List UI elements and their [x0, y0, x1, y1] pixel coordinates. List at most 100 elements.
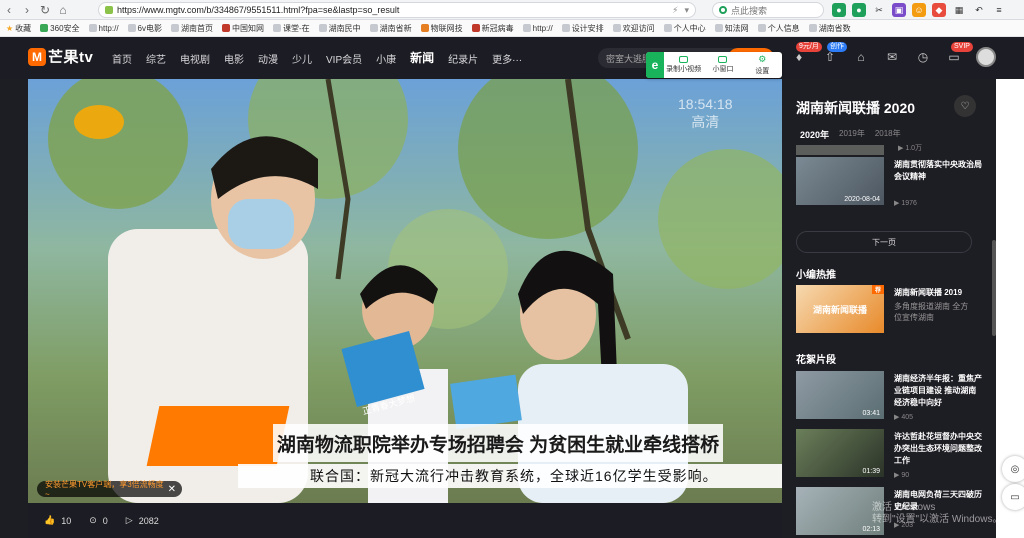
menu-icon[interactable]: ≡	[992, 3, 1006, 17]
vip-diamond-icon[interactable]: ♦ 9元/月	[790, 42, 822, 66]
gear-icon: ⚙	[758, 54, 767, 64]
extension-icon[interactable]: ●	[832, 3, 846, 17]
video-timestamp: 18:54:18 高清	[678, 96, 733, 130]
comment-icon: ⊙	[89, 515, 97, 525]
nav-more[interactable]: 更多···	[492, 51, 522, 66]
browser-search-input[interactable]: 点此搜索	[712, 2, 824, 18]
search-engine-icon	[719, 6, 727, 14]
bookmark-item[interactable]: http://	[522, 24, 553, 33]
client-promo-banner[interactable]: 安装芒果TV客户端，享3倍流畅度 ~ ✕	[37, 480, 182, 499]
message-icon[interactable]: ✉	[883, 48, 901, 66]
share-icon: ▷	[125, 515, 133, 525]
bookmark-item[interactable]: 知法网	[714, 23, 749, 34]
window-icon	[718, 56, 728, 63]
clip-thumbnail[interactable]: 01:39	[796, 429, 884, 477]
news-ticker: 联合国：新冠大流行冲击教育系统，全球近16亿学生受影响。	[238, 464, 782, 488]
nav-vip[interactable]: VIP会员	[326, 51, 362, 66]
screen-icon[interactable]: ▭ SVIP	[945, 42, 973, 66]
browser-toolbar: ‹ › ↻ ⌂ https://www.mgtv.com/b/334867/95…	[0, 0, 1024, 20]
extension-icons: ● ● ✂ ▣ ☺ ◆ ▦ ↶ ≡	[832, 3, 1006, 17]
like-button[interactable]: 👍 10	[44, 515, 71, 526]
bookmark-item[interactable]: 课堂-在	[273, 23, 310, 34]
year-tabs: 2020年 2019年 2018年	[800, 128, 901, 141]
reload-icon[interactable]: ↻	[36, 1, 54, 19]
series-title: 湖南新闻联播 2020	[796, 100, 916, 116]
episode-thumbnail[interactable]: 2020-08-04	[796, 157, 884, 205]
view-count: ▶ 1.0万	[898, 145, 923, 152]
home-icon[interactable]: ⌂	[852, 48, 870, 66]
extension-icon[interactable]: ▣	[892, 3, 906, 17]
favorite-heart-icon[interactable]: ♡	[954, 95, 976, 117]
home-icon[interactable]: ⌂	[54, 1, 72, 19]
main-nav: 首页 综艺 电视剧 电影 动漫 少儿 VIP会员 小康 新闻 纪录片 更多···	[112, 51, 522, 66]
next-page-button[interactable]: 下一页	[796, 231, 972, 253]
bookmark-item[interactable]: 欢迎访问	[612, 23, 655, 34]
lightning-icon[interactable]: ⚡	[672, 5, 678, 16]
avatar[interactable]	[976, 47, 996, 67]
extension-icon[interactable]: ☺	[912, 3, 926, 17]
close-icon[interactable]: ✕	[168, 484, 176, 495]
video-player[interactable]: 正青春大梦想 18:54:18 高清 湖南物流职院举办专场招聘会 为贫困生就业牵…	[28, 79, 782, 503]
grid-icon[interactable]: ▦	[952, 3, 966, 17]
back-icon[interactable]: ‹	[0, 1, 18, 19]
nav-movies[interactable]: 电影	[224, 51, 244, 66]
record-clip-button[interactable]: 录制小视频	[664, 56, 703, 74]
nav-tv-series[interactable]: 电视剧	[180, 51, 210, 66]
settings-button[interactable]: ⚙ 设置	[743, 54, 782, 76]
nav-documentary[interactable]: 纪录片	[448, 51, 478, 66]
history-icon[interactable]: ◷	[914, 48, 932, 66]
view-count: ▶ 405	[894, 414, 914, 421]
bookmark-item[interactable]: 360安全	[40, 23, 80, 34]
extension-icon[interactable]: ●	[852, 3, 866, 17]
bookmark-item[interactable]: http://	[88, 24, 119, 33]
site-header: M 芒果tv 首页 综艺 电视剧 电影 动漫 少儿 VIP会员 小康 新闻 纪录…	[0, 37, 1024, 79]
side-tool-icon[interactable]: ◎	[1002, 456, 1024, 482]
episode-thumbnail[interactable]	[796, 145, 884, 155]
nav-variety[interactable]: 综艺	[146, 51, 166, 66]
nav-home[interactable]: 首页	[112, 51, 132, 66]
feedback-icon[interactable]: ▭	[1002, 484, 1024, 510]
bookmark-item[interactable]: 湖南省数	[808, 23, 851, 34]
bookmark-item[interactable]: ★ 收藏	[6, 23, 31, 34]
comment-button[interactable]: ⊙ 0	[89, 515, 108, 526]
mini-window-button[interactable]: 小窗口	[703, 56, 742, 74]
bookmark-item[interactable]: 中国知网	[222, 23, 264, 34]
bookmark-item[interactable]: 新冠病毒	[471, 23, 514, 34]
address-bar[interactable]: https://www.mgtv.com/b/334867/9551511.ht…	[98, 2, 696, 18]
hunan-tv-logo	[74, 105, 124, 139]
news-headline-caption: 湖南物流职院举办专场招聘会 为贫困生就业牵线搭桥	[273, 424, 723, 462]
undo-icon[interactable]: ↶	[972, 3, 986, 17]
section-clips-title: 花絮片段	[796, 355, 836, 366]
video-camera-icon	[679, 56, 689, 63]
tab-2020[interactable]: 2020年	[800, 128, 829, 141]
clip-thumbnail[interactable]: 03:41	[796, 371, 884, 419]
mgtv-logo[interactable]: M 芒果tv	[28, 46, 93, 67]
bookmark-item[interactable]: 设计安排	[561, 23, 604, 34]
tab-2019[interactable]: 2019年	[839, 128, 865, 141]
game-icon[interactable]: ◆	[932, 3, 946, 17]
hot-thumbnail[interactable]: 湖南新闻联播荐	[796, 285, 884, 333]
clip-thumbnail[interactable]: 02:13	[796, 487, 884, 535]
video-action-bar: 👍 10 ⊙ 0 ▷ 2082	[28, 503, 782, 538]
bookmark-item[interactable]: 个人信息	[757, 23, 800, 34]
bookmark-item[interactable]: 湖南省新	[369, 23, 412, 34]
upload-icon[interactable]: ⇧ 创作	[821, 42, 847, 66]
nav-xiaokang[interactable]: 小康	[376, 51, 396, 66]
nav-kids[interactable]: 少儿	[292, 51, 312, 66]
share-button[interactable]: ▷ 2082	[126, 515, 159, 526]
bookmark-item[interactable]: 湖南民中	[318, 23, 361, 34]
nav-anime[interactable]: 动漫	[258, 51, 278, 66]
bookmarks-bar: ★ 收藏 360安全 http:// 6v电影 湖南首页 中国知网 课堂-在 湖南…	[0, 20, 1024, 37]
bookmark-item[interactable]: 个人中心	[663, 23, 706, 34]
bookmark-item[interactable]: 湖南首页	[171, 23, 213, 34]
dropdown-icon[interactable]: ▾	[684, 5, 689, 16]
view-count: ▶ 90	[894, 472, 910, 479]
screen-record-toolbar: e 录制小视频 小窗口 ⚙ 设置	[646, 52, 782, 78]
ie-logo-icon: e	[646, 52, 664, 78]
scissors-icon[interactable]: ✂	[872, 3, 886, 17]
bookmark-item[interactable]: 物联网技	[420, 23, 463, 34]
tab-2018[interactable]: 2018年	[875, 128, 901, 141]
bookmark-item[interactable]: 6v电影	[127, 23, 162, 34]
forward-icon[interactable]: ›	[18, 1, 36, 19]
nav-news[interactable]: 新闻	[410, 49, 434, 66]
